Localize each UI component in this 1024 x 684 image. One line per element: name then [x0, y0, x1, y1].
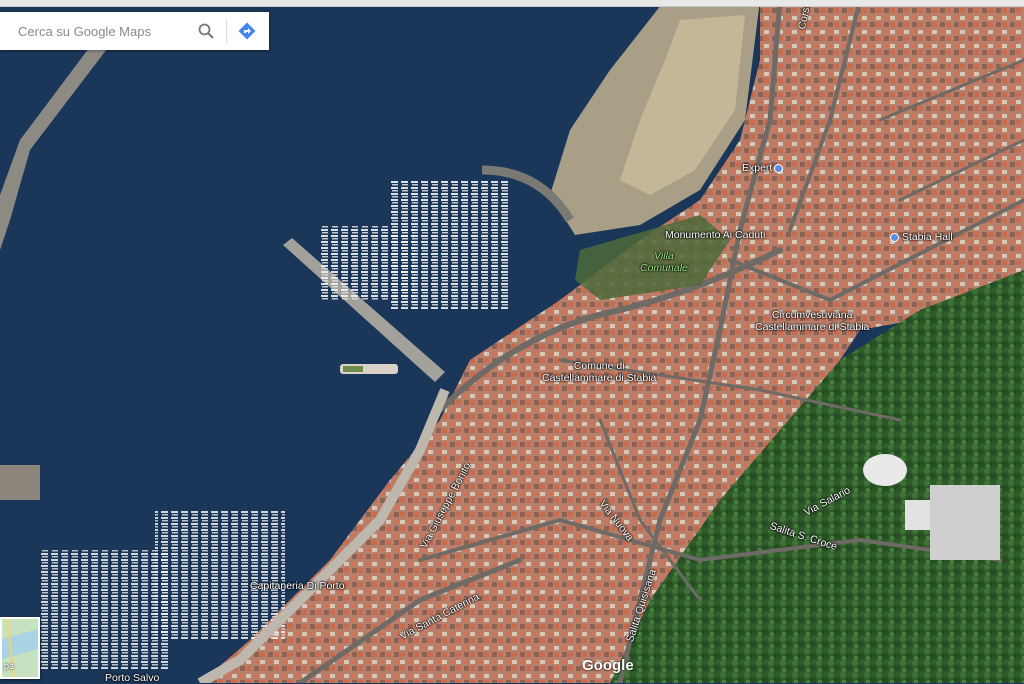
label-comune[interactable]: Comune di Castellammare di Stabia — [542, 360, 656, 384]
marina-middle — [320, 225, 415, 300]
label-capitaneria[interactable]: Capitaneria Di Porto — [250, 580, 345, 592]
search-divider — [226, 19, 227, 43]
label-porto-salvo[interactable]: Porto Salvo — [105, 672, 159, 684]
satellite-map[interactable] — [0, 0, 1024, 683]
label-stabia-hall-text: Stabia Hall — [901, 231, 953, 243]
browser-top-edge — [0, 0, 1024, 7]
search-box[interactable]: Cerca su Google Maps — [0, 12, 269, 50]
directions-icon — [238, 22, 256, 40]
pier-left — [0, 465, 40, 500]
label-expert[interactable]: Expert — [742, 162, 784, 174]
google-logo: Google — [582, 657, 634, 674]
stadium — [863, 454, 907, 486]
label-villa-line1: Villa — [654, 250, 674, 262]
label-comune-line1: Comune di — [573, 360, 625, 372]
label-expert-text: Expert — [742, 162, 773, 174]
directions-button[interactable] — [233, 17, 261, 45]
poi-dot-icon — [774, 163, 784, 173]
label-stabia-hall[interactable]: Stabia Hall — [888, 231, 953, 243]
search-input[interactable]: Cerca su Google Maps — [0, 24, 192, 39]
poi-dot-icon — [890, 232, 899, 242]
minimap-label: pa — [4, 661, 15, 671]
parking-lot — [930, 485, 1000, 560]
label-circum-line1: Circumvesuviana — [771, 309, 853, 321]
label-comune-line2: Castellammare di Stabia — [542, 372, 657, 384]
marina-lower-left — [40, 550, 170, 670]
label-villa-comunale[interactable]: Villa Comunale — [640, 250, 688, 274]
search-button[interactable] — [192, 17, 220, 45]
label-circumvesuviana[interactable]: Circumvesuviana Castellammare di Stabia — [755, 309, 869, 333]
label-villa-line2: Comunale — [640, 262, 688, 274]
map-type-toggle[interactable]: pa — [0, 617, 40, 679]
label-circum-line2: Castellammare di Stabia — [755, 321, 870, 333]
marina-lower-center — [155, 510, 285, 640]
magnifier-icon — [198, 23, 214, 39]
label-monumento[interactable]: Monumento Ai Caduti — [665, 229, 765, 241]
